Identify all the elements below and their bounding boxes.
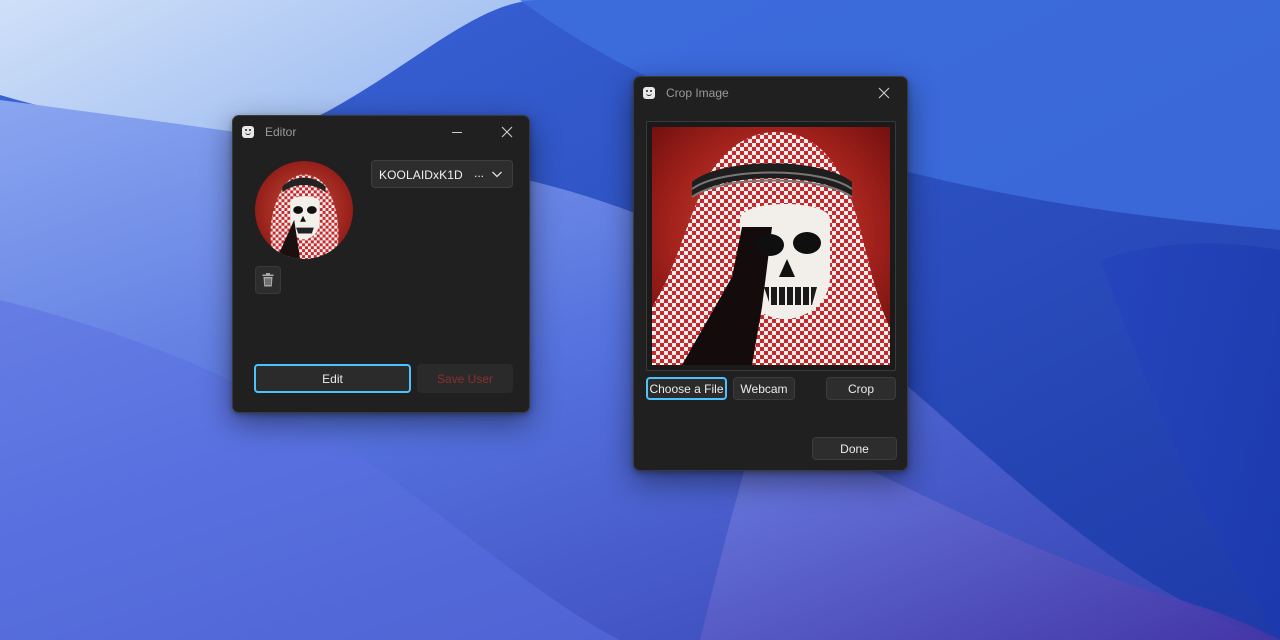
webcam-button[interactable]: Webcam <box>733 377 795 400</box>
crop-button[interactable]: Crop <box>826 377 896 400</box>
delete-avatar-button[interactable] <box>255 266 281 294</box>
minimize-button[interactable] <box>441 120 473 144</box>
avatar <box>255 161 353 259</box>
choose-file-button[interactable]: Choose a File <box>646 377 727 400</box>
trash-icon <box>262 273 274 287</box>
minimize-icon <box>452 132 462 133</box>
close-icon <box>878 87 890 99</box>
more-indicator: ... <box>474 166 485 180</box>
crop-image-window: Crop Image Choose a File Webcam Crop Don… <box>633 76 908 471</box>
close-button[interactable] <box>868 81 900 105</box>
crop-title: Crop Image <box>666 86 729 100</box>
close-icon <box>501 126 513 138</box>
editor-titlebar: Editor <box>233 116 529 148</box>
edit-button[interactable]: Edit <box>254 364 411 393</box>
save-user-button[interactable]: Save User <box>417 364 513 393</box>
done-button[interactable]: Done <box>812 437 897 460</box>
chevron-down-icon <box>492 171 502 178</box>
crop-preview[interactable] <box>646 121 896 371</box>
user-dropdown[interactable]: KOOLAIDxK1D ... <box>371 160 513 188</box>
editor-title: Editor <box>265 125 297 139</box>
crop-titlebar: Crop Image <box>634 77 907 109</box>
editor-window: Editor KOOLAIDxK1D ... Edit Save User <box>232 115 530 413</box>
app-icon <box>242 126 254 138</box>
app-icon <box>643 87 655 99</box>
close-button[interactable] <box>491 120 523 144</box>
crop-preview-image <box>652 127 890 365</box>
selected-user: KOOLAIDxK1D <box>379 168 463 182</box>
